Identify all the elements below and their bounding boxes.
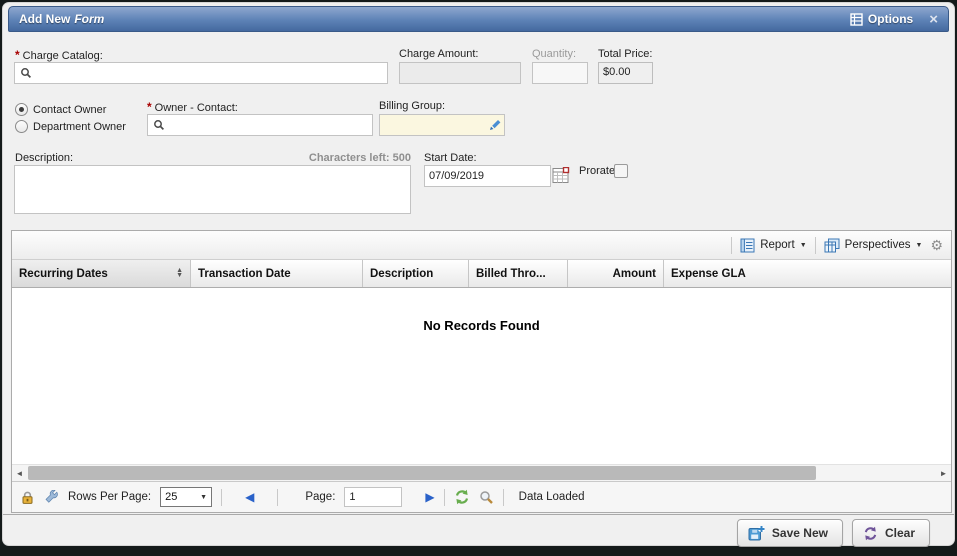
save-new-label: Save New: [772, 526, 828, 540]
dialog-backdrop: Add New Form Options × *Charge Catalog:: [0, 0, 957, 556]
total-price-label: Total Price:: [598, 48, 652, 60]
column-header-description[interactable]: Description: [363, 260, 469, 287]
clear-button[interactable]: Clear: [852, 519, 930, 547]
charge-catalog-label: *Charge Catalog:: [15, 48, 103, 62]
clear-label: Clear: [885, 526, 915, 540]
rows-per-page-select[interactable]: 25 ▼: [160, 487, 212, 507]
grid-body: No Records Found: [12, 288, 951, 464]
column-header-amount[interactable]: Amount: [568, 260, 664, 287]
pagination-bar: Rows Per Page: 25 ▼ ◀ Page: ▶: [12, 481, 951, 512]
column-header-billed-through[interactable]: Billed Thro...: [469, 260, 568, 287]
rows-per-page-label: Rows Per Page:: [68, 491, 151, 503]
perspectives-label: Perspectives: [845, 239, 911, 251]
charge-catalog-input[interactable]: [14, 62, 388, 84]
save-new-button[interactable]: Save New: [737, 519, 843, 547]
contact-owner-radio[interactable]: [15, 103, 28, 116]
description-label: Description:: [15, 152, 73, 164]
recurring-charges-panel: Report ▼ Perspectives ▼ ⚙: [11, 230, 952, 513]
close-icon[interactable]: ×: [929, 12, 938, 27]
options-button[interactable]: Options: [850, 12, 913, 26]
scrollbar-thumb[interactable]: [28, 466, 816, 480]
perspectives-button[interactable]: Perspectives ▼: [824, 238, 923, 253]
toolbar-separator: [731, 237, 732, 254]
lock-icon[interactable]: [20, 490, 35, 505]
footer-divider: [3, 514, 954, 515]
quantity-label: Quantity:: [532, 48, 576, 60]
page-label: Page:: [305, 491, 335, 503]
report-button[interactable]: Report ▼: [740, 238, 806, 253]
chevron-down-icon: ▼: [916, 242, 923, 249]
required-marker: *: [15, 48, 20, 62]
start-date-label: Start Date:: [424, 152, 477, 164]
pagination-separator: [444, 489, 445, 506]
gear-icon[interactable]: ⚙: [930, 238, 943, 252]
quantity-input: [532, 62, 588, 84]
pagination-separator: [277, 489, 278, 506]
grid-toolbar: Report ▼ Perspectives ▼ ⚙: [12, 231, 951, 260]
edit-pencil-icon[interactable]: [489, 118, 502, 131]
search-records-icon[interactable]: [479, 490, 494, 505]
options-icon: [850, 13, 863, 26]
options-label: Options: [868, 12, 913, 26]
title-form-text: Form: [74, 12, 104, 26]
add-new-form-dialog: Add New Form Options × *Charge Catalog:: [2, 2, 955, 546]
calendar-icon[interactable]: [552, 167, 570, 184]
next-page-icon[interactable]: ▶: [425, 491, 434, 503]
page-number-input[interactable]: [344, 487, 402, 507]
wrench-icon[interactable]: [44, 490, 59, 505]
no-records-message: No Records Found: [12, 288, 951, 333]
charge-amount-label: Charge Amount:: [399, 48, 479, 60]
dialog-titlebar: Add New Form Options ×: [8, 6, 949, 32]
scroll-left-icon[interactable]: ◄: [12, 465, 27, 481]
pagination-separator: [221, 489, 222, 506]
report-icon: [740, 238, 755, 253]
scroll-right-icon[interactable]: ►: [936, 465, 951, 481]
select-caret-icon: ▼: [200, 494, 207, 501]
owner-contact-input[interactable]: [147, 114, 373, 136]
required-marker: *: [147, 100, 152, 114]
search-icon[interactable]: [20, 67, 32, 79]
column-header-transaction-date[interactable]: Transaction Date: [191, 260, 363, 287]
description-textarea[interactable]: [14, 165, 411, 214]
save-new-icon: [748, 525, 765, 541]
clear-icon: [863, 526, 878, 541]
characters-left-counter: Characters left: 500: [303, 152, 411, 164]
column-header-expense-gla[interactable]: Expense GLA: [664, 260, 951, 287]
dialog-title: Add New Form: [19, 12, 104, 26]
previous-page-icon[interactable]: ◀: [245, 491, 254, 503]
billing-group-input[interactable]: [379, 114, 505, 136]
refresh-icon[interactable]: [454, 489, 470, 505]
perspectives-icon: [824, 238, 840, 253]
sort-icon[interactable]: ▲▼: [176, 269, 183, 278]
grid-header-row: Recurring Dates ▲▼ Transaction Date Desc…: [12, 260, 951, 288]
title-text: Add New: [19, 12, 70, 26]
data-loaded-status: Data Loaded: [519, 491, 585, 503]
pagination-separator: [503, 489, 504, 506]
chevron-down-icon: ▼: [800, 242, 807, 249]
prorate-checkbox[interactable]: [614, 164, 628, 178]
horizontal-scrollbar[interactable]: ◄ ►: [12, 464, 951, 481]
prorate-label: Prorate:: [579, 165, 618, 177]
department-owner-radio[interactable]: [15, 120, 28, 133]
owner-contact-label: *Owner - Contact:: [147, 100, 238, 114]
toolbar-separator: [815, 237, 816, 254]
contact-owner-label: Contact Owner: [33, 104, 106, 116]
search-icon[interactable]: [153, 119, 165, 131]
report-label: Report: [760, 239, 795, 251]
billing-group-label: Billing Group:: [379, 100, 445, 112]
start-date-input[interactable]: [424, 165, 551, 187]
charge-amount-input: [399, 62, 521, 84]
footer-actions: Save New Clear: [737, 519, 930, 547]
department-owner-label: Department Owner: [33, 121, 126, 133]
column-header-recurring-dates[interactable]: Recurring Dates ▲▼: [12, 260, 191, 287]
total-price-value: $0.00: [598, 62, 653, 84]
